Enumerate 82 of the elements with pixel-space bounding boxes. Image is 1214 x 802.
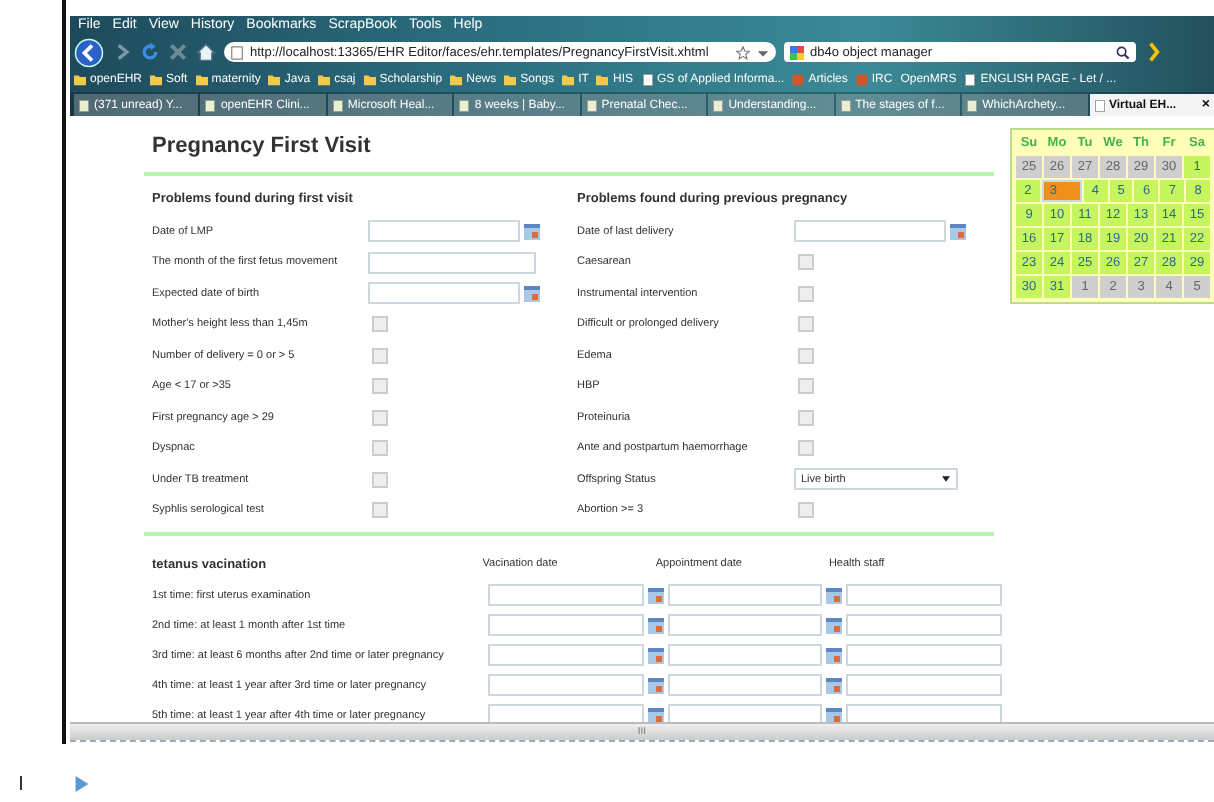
checkbox[interactable] (797, 440, 813, 457)
back-icon[interactable] (74, 37, 104, 67)
page-icon (204, 99, 217, 111)
stop-icon[interactable] (168, 42, 188, 62)
checkbox[interactable] (797, 254, 813, 271)
calendar-icon[interactable] (647, 587, 664, 603)
dropdown-caret-icon[interactable] (756, 45, 770, 59)
text-field[interactable] (846, 614, 1002, 636)
calendar-icon[interactable] (826, 617, 843, 633)
date-field[interactable] (667, 584, 823, 606)
date-field[interactable] (488, 704, 644, 722)
date-field[interactable] (368, 220, 520, 243)
text-field[interactable] (846, 584, 1002, 606)
calendar-icon[interactable] (826, 707, 843, 722)
caret-icon (941, 476, 949, 483)
date-field[interactable] (488, 674, 644, 696)
calendar-icon[interactable] (647, 707, 664, 722)
calendar-icon[interactable] (826, 647, 843, 663)
folder-icon (150, 74, 163, 86)
checkbox[interactable] (797, 285, 813, 302)
folder-icon (268, 74, 281, 86)
folder-icon (363, 74, 376, 86)
checkbox[interactable] (797, 316, 813, 333)
search-icon[interactable] (1116, 45, 1130, 59)
calendar-icon[interactable] (647, 677, 664, 693)
text-field[interactable] (368, 251, 536, 274)
page-title: Pregnancy First Visit (152, 134, 373, 162)
page-icon (641, 74, 653, 86)
page-icon (458, 99, 471, 111)
folder-icon (504, 74, 517, 86)
folder-icon (318, 74, 331, 86)
date-field[interactable] (488, 614, 644, 636)
calendar-icon[interactable] (949, 223, 965, 240)
page-icon (78, 99, 90, 111)
checkbox[interactable] (372, 502, 388, 519)
folder-icon (596, 74, 609, 86)
checkbox[interactable] (372, 316, 388, 333)
page-icon (839, 99, 852, 111)
checkbox[interactable] (797, 409, 813, 426)
date-field[interactable] (793, 220, 945, 243)
date-field[interactable] (667, 614, 823, 636)
page-icon (1093, 99, 1105, 111)
checkbox[interactable] (372, 347, 388, 364)
checkbox[interactable] (797, 378, 813, 395)
search-engine-icon[interactable] (790, 45, 804, 59)
page-icon (712, 99, 725, 111)
checkbox[interactable] (797, 347, 813, 364)
folder-icon (195, 74, 208, 86)
date-field[interactable] (488, 644, 644, 666)
text-field[interactable] (846, 644, 1002, 666)
page-icon (331, 99, 344, 111)
forward-icon[interactable] (112, 42, 132, 62)
text-field[interactable] (846, 704, 1002, 722)
home-icon[interactable] (196, 42, 216, 62)
folder-icon (74, 74, 86, 86)
calendar-icon[interactable] (826, 677, 843, 693)
date-field[interactable] (488, 584, 644, 606)
date-field[interactable] (667, 644, 823, 666)
checkbox[interactable] (797, 502, 813, 519)
text-field[interactable] (846, 674, 1002, 696)
chevron-icon[interactable] (1144, 42, 1164, 62)
calendar-icon[interactable] (826, 587, 843, 603)
calendar-icon[interactable] (524, 285, 540, 302)
date-field[interactable] (667, 674, 823, 696)
site-icon (855, 74, 868, 86)
folder-icon (562, 74, 575, 86)
page-icon (230, 45, 244, 59)
reload-icon[interactable] (140, 42, 160, 62)
calendar-icon[interactable] (647, 647, 664, 663)
calendar-icon[interactable] (647, 617, 664, 633)
date-field[interactable] (368, 282, 520, 305)
checkbox[interactable] (372, 409, 388, 426)
site-icon (792, 74, 805, 86)
page-icon (585, 99, 598, 111)
folder-icon (450, 74, 463, 86)
checkbox[interactable] (372, 440, 388, 457)
date-field[interactable] (667, 704, 823, 722)
checkbox[interactable] (372, 378, 388, 395)
calendar-icon[interactable] (524, 223, 540, 240)
checkbox[interactable] (372, 471, 388, 488)
triangle-icon[interactable] (74, 774, 90, 794)
star-icon[interactable] (736, 45, 750, 59)
